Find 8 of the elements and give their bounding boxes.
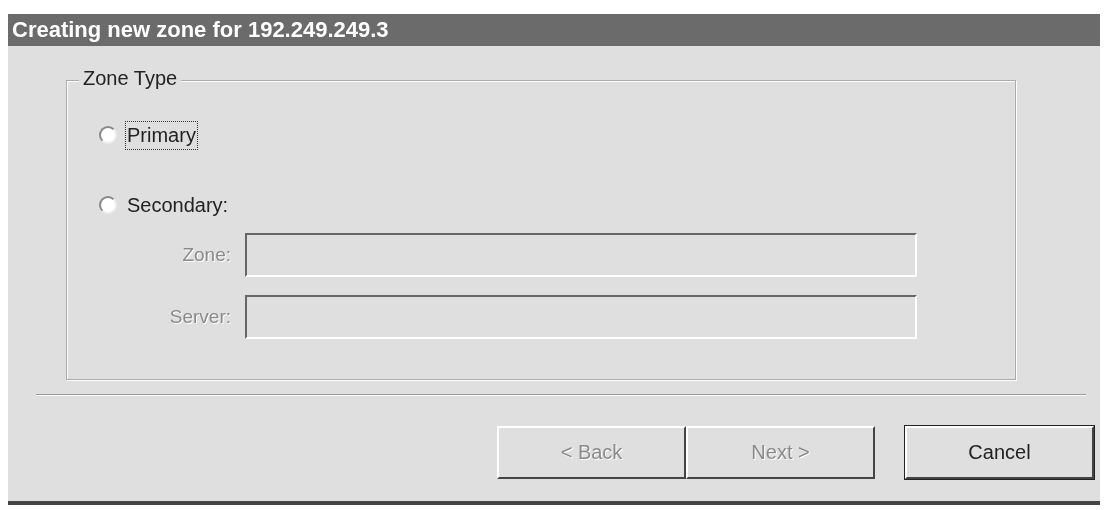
radio-label[interactable]: Primary	[125, 120, 198, 150]
field-label: Zone:	[181, 244, 232, 266]
wizard-button[interactable]: Cancel	[905, 426, 1094, 479]
field-label: Server:	[168, 306, 232, 328]
radio-button[interactable]	[99, 196, 117, 214]
radio-button[interactable]	[99, 126, 117, 144]
window-title: Creating new zone for 192.249.249.3	[8, 14, 1100, 46]
radio-label[interactable]: Secondary:	[125, 190, 231, 220]
